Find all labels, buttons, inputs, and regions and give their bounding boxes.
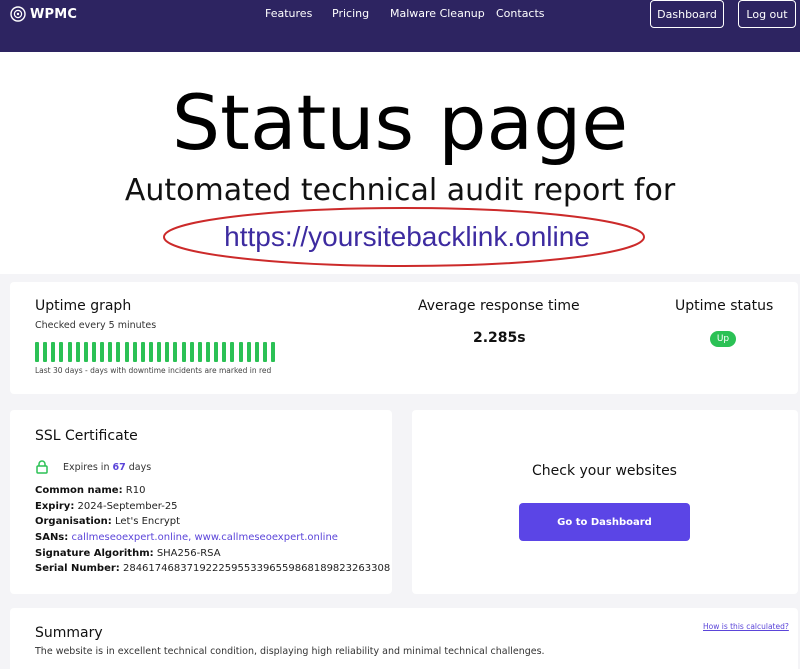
uptime-day-bar[interactable] — [197, 342, 202, 362]
uptime-day-bar[interactable] — [181, 342, 186, 362]
ssl-common-name-value: R10 — [125, 485, 146, 496]
uptime-day-bar[interactable] — [214, 342, 219, 362]
dashboard-button[interactable]: Dashboard — [650, 0, 724, 28]
uptime-day-bar[interactable] — [35, 342, 39, 362]
uptime-day-bar[interactable] — [51, 342, 56, 362]
ssl-expiry-value: 2024-September-25 — [77, 501, 178, 512]
uptime-day-bar[interactable] — [148, 342, 153, 362]
logout-button[interactable]: Log out — [738, 0, 796, 28]
nav-pricing[interactable]: Pricing — [332, 7, 369, 20]
summary-title: Summary — [35, 625, 103, 641]
ssl-organisation-value: Let's Encrypt — [114, 516, 181, 527]
ssl-common-name-label: Common name: — [35, 485, 123, 496]
uptime-day-bar[interactable] — [116, 342, 121, 362]
how-calculated-link[interactable]: How is this calculated? — [703, 622, 789, 631]
ssl-organisation-label: Organisation: — [35, 516, 112, 527]
uptime-card: Uptime graph Checked every 5 minutes Las… — [10, 282, 798, 394]
response-time-title: Average response time — [418, 298, 580, 314]
lock-icon — [36, 460, 48, 474]
uptime-day-bar[interactable] — [108, 342, 113, 362]
uptime-day-bar[interactable] — [205, 342, 210, 362]
ssl-serial-label: Serial Number: — [35, 563, 120, 574]
ssl-expiry-label: Expiry: — [35, 501, 75, 512]
uptime-day-bar[interactable] — [100, 342, 105, 362]
uptime-day-bar[interactable] — [238, 342, 243, 362]
uptime-day-bar[interactable] — [67, 342, 72, 362]
uptime-graph-title: Uptime graph — [35, 298, 132, 314]
uptime-day-bar[interactable] — [75, 342, 80, 362]
summary-card: Summary The website is in excellent tech… — [10, 608, 798, 669]
uptime-day-bar[interactable] — [91, 342, 96, 362]
top-navbar: WPMC Features Pricing Malware Cleanup Co… — [0, 0, 800, 52]
uptime-day-bar[interactable] — [254, 342, 259, 362]
ssl-algorithm-value: SHA256-RSA — [156, 548, 221, 559]
ssl-expires-prefix: Expires in — [63, 462, 110, 473]
ssl-sans-label: SANs: — [35, 532, 69, 543]
uptime-day-bar[interactable] — [157, 342, 162, 362]
ssl-expires-days: 67 — [112, 462, 126, 473]
uptime-day-bar[interactable] — [83, 342, 88, 362]
nav-malware-cleanup[interactable]: Malware Cleanup — [390, 7, 485, 20]
status-badge: Up — [710, 331, 736, 347]
uptime-interval: Checked every 5 minutes — [35, 320, 157, 331]
audited-site-url[interactable]: https://yoursitebacklink.online — [0, 220, 800, 254]
ssl-sans-value[interactable]: callmeseoexpert.online, www.callmeseoexp… — [71, 532, 337, 543]
uptime-day-bar[interactable] — [165, 342, 170, 362]
uptime-note: Last 30 days - days with downtime incide… — [35, 366, 272, 375]
logo-text: WPMC — [30, 6, 78, 22]
logo[interactable]: WPMC — [10, 5, 77, 23]
uptime-day-bar[interactable] — [262, 342, 267, 362]
ssl-expiry-row: Expiry: 2024-September-25 — [35, 501, 178, 512]
summary-text: The website is in excellent technical co… — [35, 646, 545, 657]
hero-section: Status page Automated technical audit re… — [0, 52, 800, 274]
ssl-expires-suffix: days — [128, 462, 152, 473]
ssl-algorithm-label: Signature Algorithm: — [35, 548, 154, 559]
ssl-serial-row: Serial Number: 2846174683719222595533965… — [35, 563, 390, 574]
response-time-value: 2.285s — [473, 330, 526, 346]
check-websites-card: Check your websites — [412, 410, 798, 594]
uptime-day-bar[interactable] — [246, 342, 251, 362]
uptime-day-bar[interactable] — [222, 342, 227, 362]
wpmc-logo-icon — [10, 6, 26, 22]
uptime-status-title: Uptime status — [675, 298, 774, 314]
check-websites-title: Check your websites — [532, 463, 677, 479]
uptime-day-bar[interactable] — [132, 342, 137, 362]
ssl-title: SSL Certificate — [35, 428, 138, 444]
ssl-algorithm-row: Signature Algorithm: SHA256-RSA — [35, 548, 221, 559]
uptime-day-bar[interactable] — [189, 342, 194, 362]
uptime-day-bar[interactable] — [59, 342, 64, 362]
uptime-day-bar[interactable] — [140, 342, 145, 362]
ssl-expiry-notice: Expires in 67 days — [63, 462, 151, 473]
nav-features[interactable]: Features — [265, 7, 312, 20]
page-subtitle: Automated technical audit report for — [124, 173, 676, 208]
uptime-day-bar[interactable] — [43, 342, 48, 362]
ssl-organisation-row: Organisation: Let's Encrypt — [35, 516, 180, 527]
uptime-bars — [35, 342, 276, 362]
nav-contacts[interactable]: Contacts — [496, 7, 545, 20]
uptime-day-bar[interactable] — [124, 342, 129, 362]
ssl-common-name-row: Common name: R10 — [35, 485, 145, 496]
go-to-dashboard-button[interactable]: Go to Dashboard — [519, 503, 690, 541]
ssl-serial-value: 2846174683719222595533965598681898232633… — [122, 563, 391, 574]
ssl-sans-row: SANs: callmeseoexpert.online, www.callme… — [35, 532, 338, 543]
uptime-day-bar[interactable] — [271, 342, 276, 362]
page-title: Status page — [171, 78, 629, 167]
uptime-day-bar[interactable] — [173, 342, 178, 362]
uptime-day-bar[interactable] — [230, 342, 235, 362]
